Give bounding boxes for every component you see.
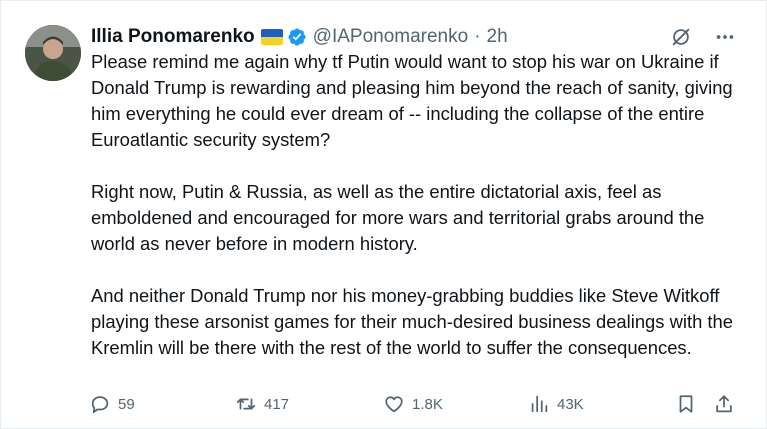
tweet-paragraph: And neither Donald Trump nor his money-g…	[91, 285, 733, 358]
tweet-paragraph: Right now, Putin & Russia, as well as th…	[91, 181, 705, 254]
verified-badge-icon[interactable]	[287, 27, 307, 47]
avatar[interactable]	[25, 25, 81, 81]
tweet-text: Please remind me again why tf Putin woul…	[91, 49, 751, 387]
reply-icon	[91, 396, 109, 414]
ukraine-flag-icon	[260, 29, 283, 45]
views-count: 43K	[557, 395, 584, 413]
share-icon	[716, 395, 732, 413]
action-bar: 59 417 1.8K 43K	[89, 393, 745, 419]
tweet-paragraph: Please remind me again why tf Putin woul…	[91, 51, 733, 150]
tweet-card[interactable]: Illia Ponomarenko @IAPonomarenko · 2h Pl…	[0, 0, 767, 429]
timestamp[interactable]: 2h	[487, 26, 508, 48]
separator-dot: ·	[474, 26, 481, 47]
repost-button[interactable]: 417	[235, 393, 289, 415]
author-name[interactable]: Illia Ponomarenko	[91, 26, 255, 48]
tweet-header: Illia Ponomarenko @IAPonomarenko · 2h	[91, 23, 746, 51]
like-count: 1.8K	[412, 395, 443, 413]
views-button[interactable]: 43K	[528, 393, 584, 415]
repost-count: 417	[264, 395, 290, 413]
like-button[interactable]: 1.8K	[383, 393, 443, 415]
bookmark-button[interactable]	[675, 393, 697, 415]
views-chart-icon	[531, 395, 548, 413]
reply-count: 59	[118, 395, 135, 413]
grok-icon[interactable]	[670, 26, 692, 48]
reply-button[interactable]: 59	[89, 393, 135, 415]
more-icon[interactable]	[714, 26, 736, 48]
share-button[interactable]	[713, 393, 735, 415]
author-handle[interactable]: @IAPonomarenko	[313, 26, 469, 48]
bookmark-icon	[679, 395, 693, 413]
header-actions	[670, 23, 736, 51]
avatar-photo-icon	[25, 25, 81, 81]
heart-icon	[385, 396, 403, 413]
repost-icon	[236, 398, 256, 410]
